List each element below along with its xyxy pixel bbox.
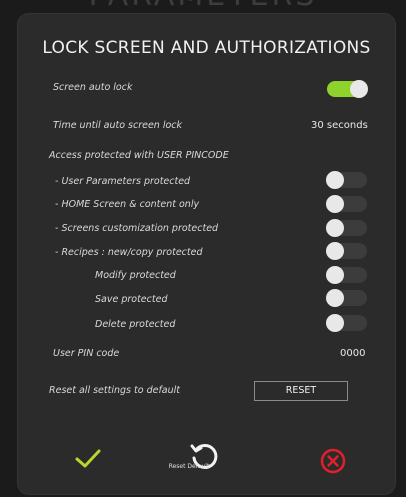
recipes-new-copy-label: - Recipes : new/copy protected	[55, 247, 203, 258]
screen-auto-lock-label: Screen auto lock	[53, 82, 133, 93]
toggle-knob	[326, 314, 344, 332]
background-title: PARAMETERS	[0, 0, 406, 13]
delete-protected-toggle[interactable]	[326, 314, 367, 332]
user-parameters-protected-toggle[interactable]	[326, 171, 367, 189]
toggle-knob	[326, 219, 344, 237]
recipes-new-copy-toggle[interactable]	[326, 242, 367, 260]
toggle-knob	[326, 289, 344, 307]
toggle-knob	[326, 195, 344, 213]
modify-protected-label: Modify protected	[95, 270, 176, 281]
dialog-title: LOCK SCREEN AND AUTHORIZATIONS	[42, 38, 371, 58]
save-protected-toggle[interactable]	[326, 289, 367, 307]
toggle-knob	[326, 242, 344, 260]
time-until-lock-label: Time until auto screen lock	[53, 120, 183, 131]
time-until-lock-value[interactable]: 30 seconds	[311, 120, 368, 131]
reset-default-label[interactable]: Reset Default	[154, 463, 224, 470]
reset-all-settings-label: Reset all settings to default	[49, 385, 180, 396]
toggle-knob	[326, 171, 344, 189]
modify-protected-toggle[interactable]	[326, 266, 367, 284]
toggle-knob	[350, 80, 368, 98]
home-screen-content-toggle[interactable]	[326, 195, 367, 213]
cancel-circle-icon[interactable]	[318, 446, 348, 476]
screen-auto-lock-toggle[interactable]	[327, 80, 368, 98]
screens-customization-toggle[interactable]	[326, 219, 367, 237]
reset-button[interactable]: RESET	[254, 381, 348, 401]
user-parameters-protected-label: - User Parameters protected	[55, 176, 191, 187]
save-protected-label: Save protected	[95, 294, 168, 305]
screens-customization-label: - Screens customization protected	[55, 223, 219, 234]
delete-protected-label: Delete protected	[95, 319, 176, 330]
user-pin-code-label: User PIN code	[53, 348, 120, 359]
check-icon[interactable]	[74, 448, 102, 470]
user-pin-code-value[interactable]: 0000	[340, 348, 365, 359]
access-protected-header: Access protected with USER PINCODE	[49, 150, 229, 161]
home-screen-content-label: - HOME Screen & content only	[55, 199, 200, 210]
toggle-knob	[326, 266, 344, 284]
